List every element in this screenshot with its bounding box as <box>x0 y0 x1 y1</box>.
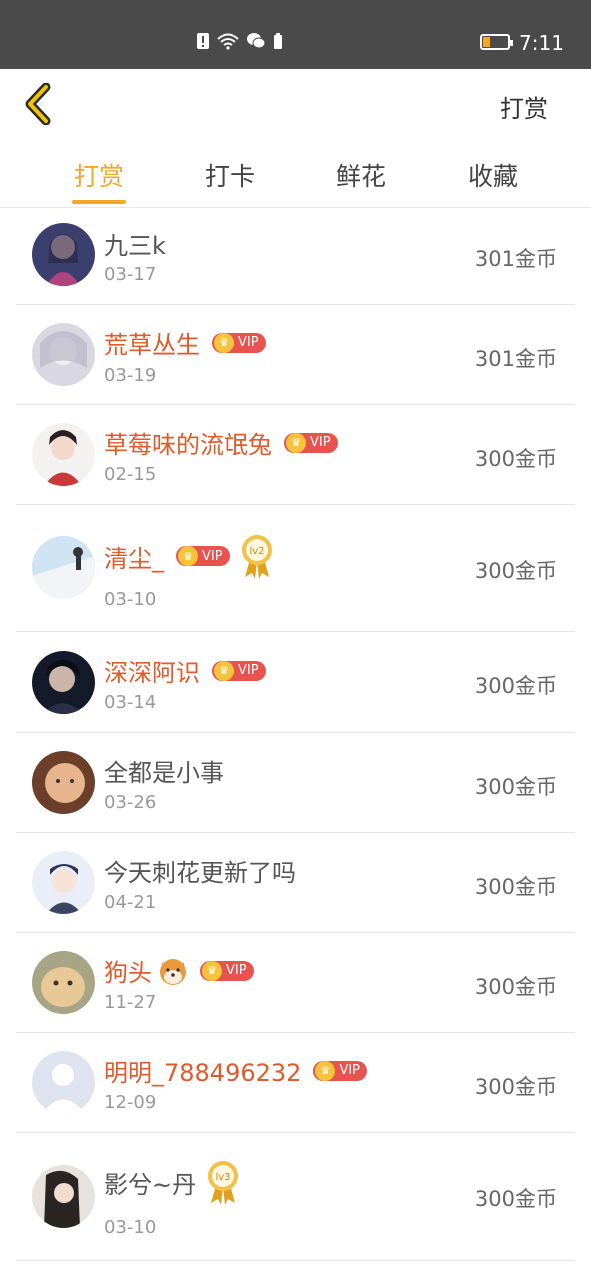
user-name[interactable]: 今天刺花更新了吗 <box>104 853 296 888</box>
user-name[interactable]: 草莓味的流氓兔 <box>104 425 272 460</box>
avatar <box>32 223 95 286</box>
avatar <box>32 851 95 914</box>
wechat-icon <box>246 32 266 54</box>
tab-bar: 打赏 打卡 鲜花 收藏 <box>0 139 591 208</box>
list-item[interactable]: 九三k 03-17 301金币 <box>16 208 575 305</box>
reward-list: 九三k 03-17 301金币 荒草丛生 ♛ VIP 03-19 301金币 草莓… <box>0 208 591 1261</box>
list-item[interactable]: 荒草丛生 ♛ VIP 03-19 301金币 <box>16 305 575 405</box>
avatar <box>32 1051 95 1114</box>
sim-battery-icon <box>272 32 284 54</box>
coin-amount: 300金币 <box>474 975 557 999</box>
tab-reward[interactable]: 打赏 <box>59 157 139 193</box>
list-item[interactable]: 今天刺花更新了吗 04-21 300金币 <box>16 833 575 933</box>
coin-amount: 301金币 <box>474 247 557 271</box>
crown-icon: ♛ <box>214 660 234 681</box>
coin-amount: 300金币 <box>474 775 557 799</box>
header: 打赏 <box>0 69 591 139</box>
svg-text:lv2: lv2 <box>249 546 264 557</box>
avatar <box>32 951 95 1014</box>
avatar <box>32 536 95 599</box>
crown-icon: ♛ <box>286 432 306 453</box>
vip-badge: ♛ VIP <box>212 660 266 681</box>
active-tab-indicator <box>72 200 126 204</box>
user-name[interactable]: 深深阿识 <box>104 653 200 688</box>
user-name[interactable]: 狗头 <box>104 953 152 988</box>
crown-icon: ♛ <box>214 332 234 353</box>
vip-badge: ♛ VIP <box>176 546 230 566</box>
vip-badge: ♛ VIP <box>212 332 266 353</box>
vip-badge: ♛ VIP <box>284 432 338 453</box>
status-bar: 7:11 <box>0 0 591 69</box>
user-name[interactable]: 明明_788496232 <box>104 1053 301 1088</box>
tab-checkin[interactable]: 打卡 <box>190 157 270 193</box>
coin-amount: 301金币 <box>474 347 557 371</box>
coin-amount: 300金币 <box>474 1187 557 1211</box>
crown-icon: ♛ <box>178 546 198 566</box>
reward-date: 03-19 <box>104 365 157 386</box>
coin-amount: 300金币 <box>474 559 557 583</box>
list-item[interactable]: 草莓味的流氓兔 ♛ VIP 02-15 300金币 <box>16 405 575 505</box>
user-name[interactable]: 影兮~丹 <box>104 1165 196 1200</box>
chevron-left-icon <box>25 82 51 126</box>
tab-favorites[interactable]: 收藏 <box>453 157 533 193</box>
alert-icon <box>196 32 210 54</box>
crown-icon: ♛ <box>315 1060 336 1081</box>
avatar <box>32 751 95 814</box>
svg-text:lv3: lv3 <box>216 1172 231 1183</box>
reward-date: 03-17 <box>104 264 157 285</box>
reward-date: 03-10 <box>104 589 157 610</box>
reward-date: 03-26 <box>104 792 157 813</box>
status-icons <box>196 32 284 54</box>
reward-date: 11-27 <box>104 992 157 1013</box>
reward-date: 03-10 <box>104 1217 157 1238</box>
wifi-icon <box>216 32 240 54</box>
list-item[interactable]: 全都是小事 03-26 300金币 <box>16 733 575 833</box>
list-item[interactable]: 明明_788496232 ♛ VIP 12-09 300金币 <box>16 1033 575 1133</box>
list-item[interactable]: 狗头 ♛ VIP 11-27 300金币 <box>16 933 575 1033</box>
list-item[interactable]: 清尘_ ♛ VIP lv2 03-10 300金币 <box>16 505 575 632</box>
reward-date: 04-21 <box>104 892 157 913</box>
reward-date: 02-15 <box>104 464 157 485</box>
level-medal-icon: lv2 <box>240 533 274 579</box>
coin-amount: 300金币 <box>474 447 557 471</box>
user-name[interactable]: 荒草丛生 <box>104 325 200 360</box>
back-button[interactable] <box>20 82 58 126</box>
tab-flowers[interactable]: 鲜花 <box>321 157 401 193</box>
coin-amount: 300金币 <box>474 875 557 899</box>
reward-date: 03-14 <box>104 692 157 713</box>
status-time: 7:11 <box>519 31 564 55</box>
list-item[interactable]: 深深阿识 ♛ VIP 03-14 300金币 <box>16 632 575 733</box>
vip-badge: ♛ VIP <box>313 1060 368 1081</box>
avatar <box>32 323 95 386</box>
crown-icon: ♛ <box>202 960 222 981</box>
avatar <box>32 423 95 486</box>
avatar <box>32 651 95 714</box>
user-name[interactable]: 全都是小事 <box>104 753 224 788</box>
vip-badge: ♛ VIP <box>200 960 254 981</box>
coin-amount: 300金币 <box>474 674 557 698</box>
header-title: 打赏 <box>500 95 548 123</box>
level-medal-icon: lv3 <box>206 1159 240 1205</box>
user-name[interactable]: 九三k <box>104 226 166 261</box>
reward-date: 12-09 <box>104 1092 157 1113</box>
coin-amount: 300金币 <box>474 1075 557 1099</box>
dog-face-icon <box>158 956 188 986</box>
avatar <box>32 1165 95 1228</box>
battery-icon <box>480 34 513 50</box>
user-name[interactable]: 清尘_ <box>104 539 164 574</box>
list-item[interactable]: 影兮~丹 lv3 03-10 300金币 <box>16 1133 575 1261</box>
